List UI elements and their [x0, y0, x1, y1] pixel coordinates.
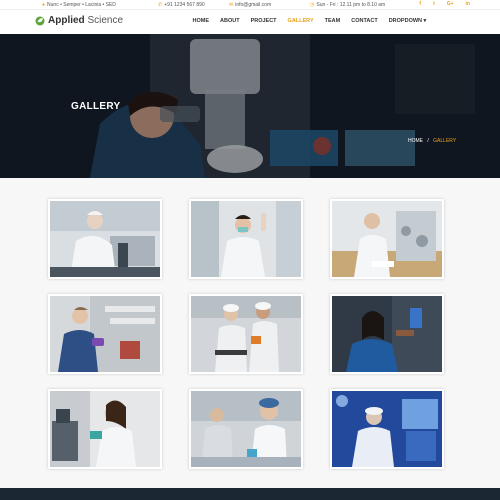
gallery-item[interactable]: [48, 389, 162, 469]
social-links: f t G+ in: [419, 1, 470, 7]
breadcrumb: HOME / GALLERY: [408, 138, 456, 144]
clock-icon: ◷: [310, 2, 315, 8]
logo-text: Applied Science: [48, 15, 123, 26]
gallery-item[interactable]: [330, 389, 444, 469]
leaf-logo-icon: [35, 16, 45, 25]
nav-home[interactable]: Home: [187, 18, 215, 24]
gallery-photo: [50, 201, 160, 277]
footer-strip: [0, 488, 500, 500]
site-logo[interactable]: Applied Science: [35, 15, 123, 26]
main-navbar: Applied Science Home About Project Galle…: [0, 10, 500, 34]
logo-suffix: Science: [84, 15, 124, 26]
gallery-photo: [332, 296, 442, 372]
nav-about[interactable]: About: [215, 18, 246, 24]
gallery-item[interactable]: [330, 294, 444, 374]
nav-gallery[interactable]: Gallery: [282, 18, 319, 24]
gallery-item[interactable]: [48, 199, 162, 279]
breadcrumb-current: GALLERY: [433, 138, 457, 144]
hours-info: ◷ Sun - Fri : 12.11 pm to 8.10 am: [310, 2, 385, 8]
phone-text[interactable]: +91 1234 567 890: [164, 2, 204, 8]
facebook-icon[interactable]: f: [419, 1, 421, 7]
top-info-bar: ● Nunc • Semper • Lacinia • SED ✆ +91 12…: [0, 0, 500, 10]
gallery-photo: [332, 391, 442, 467]
gallery-photo: [191, 201, 301, 277]
gallery-item[interactable]: [189, 199, 303, 279]
gallery-item[interactable]: [189, 389, 303, 469]
google-plus-icon[interactable]: G+: [447, 1, 454, 7]
address-info: ● Nunc • Semper • Lacinia • SED: [42, 2, 116, 8]
gallery-item[interactable]: [330, 199, 444, 279]
gallery-photo: [191, 391, 301, 467]
nav-dropdown[interactable]: Dropdown ▾: [383, 18, 432, 24]
page-banner: GALLERY HOME / GALLERY: [0, 34, 500, 178]
address-text: Nunc • Semper • Lacinia • SED: [47, 2, 116, 8]
nav-contact[interactable]: Contact: [346, 18, 383, 24]
email-text[interactable]: info@gmail.com: [235, 2, 271, 8]
location-icon: ●: [42, 2, 46, 8]
phone-info[interactable]: ✆ +91 1234 567 890: [158, 2, 205, 8]
nav-project[interactable]: Project: [245, 18, 282, 24]
nav-menu: Home About Project Gallery Team Contact …: [187, 18, 432, 24]
mail-icon: ✉: [229, 2, 234, 8]
twitter-icon[interactable]: t: [433, 1, 435, 7]
hours-text: Sun - Fri : 12.11 pm to 8.10 am: [316, 2, 386, 8]
linkedin-icon[interactable]: in: [466, 1, 470, 7]
gallery-photo: [191, 296, 301, 372]
phone-icon: ✆: [158, 2, 163, 8]
email-info[interactable]: ✉ info@gmail.com: [229, 2, 271, 8]
page-title: GALLERY: [71, 101, 121, 112]
gallery-photo: [50, 296, 160, 372]
nav-team[interactable]: Team: [319, 18, 346, 24]
gallery-section: [0, 178, 500, 488]
gallery-item[interactable]: [48, 294, 162, 374]
gallery-photo: [332, 201, 442, 277]
breadcrumb-home[interactable]: HOME: [408, 138, 423, 144]
gallery-photo: [50, 391, 160, 467]
gallery-item[interactable]: [189, 294, 303, 374]
breadcrumb-separator: /: [427, 138, 429, 144]
logo-brand: Applied: [48, 15, 85, 26]
